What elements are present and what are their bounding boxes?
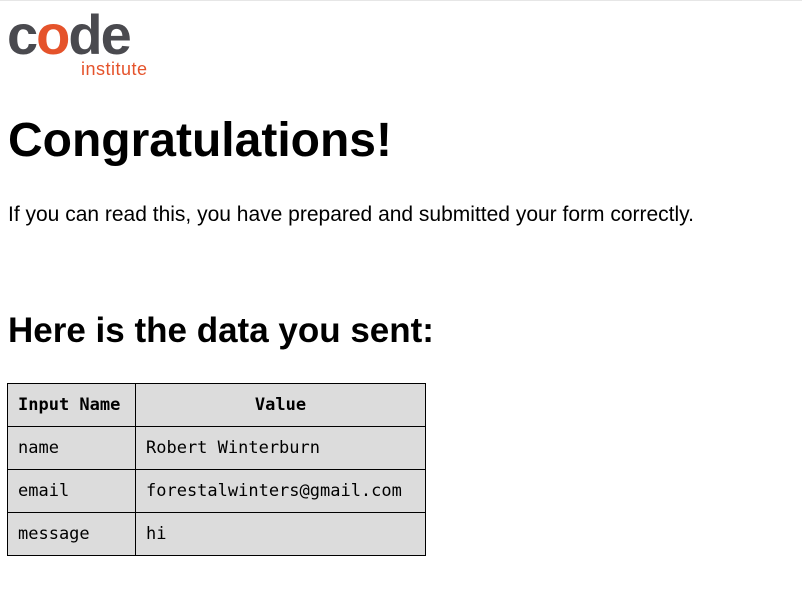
logo-wordmark: code — [7, 7, 132, 63]
logo-subtext: institute — [81, 59, 148, 79]
table-row: name Robert Winterburn — [7, 426, 426, 470]
logo-letter-c: c — [7, 3, 38, 66]
logo-letter-o: o — [36, 3, 70, 66]
logo-letters-de: de — [68, 3, 131, 66]
column-header-value: Value — [135, 383, 426, 427]
page: code institute Congratulations! If you c… — [0, 0, 802, 603]
row-value-cell: hi — [135, 512, 426, 556]
column-header-input-name: Input Name — [7, 383, 136, 427]
page-title: Congratulations! — [8, 114, 392, 167]
row-value-cell: Robert Winterburn — [135, 426, 426, 470]
row-name-cell: email — [7, 469, 136, 513]
row-name-cell: message — [7, 512, 136, 556]
table-header-row: Input Name Value — [7, 383, 426, 427]
row-value-cell: forestalwinters@gmail.com — [135, 469, 426, 513]
submitted-data-table: Input Name Value name Robert Winterburn … — [7, 383, 426, 556]
code-institute-logo: code institute — [7, 7, 159, 80]
table-row: message hi — [7, 512, 426, 556]
data-heading: Here is the data you sent: — [8, 311, 434, 350]
table-row: email forestalwinters@gmail.com — [7, 469, 426, 513]
success-message: If you can read this, you have prepared … — [8, 203, 694, 226]
row-name-cell: name — [7, 426, 136, 470]
